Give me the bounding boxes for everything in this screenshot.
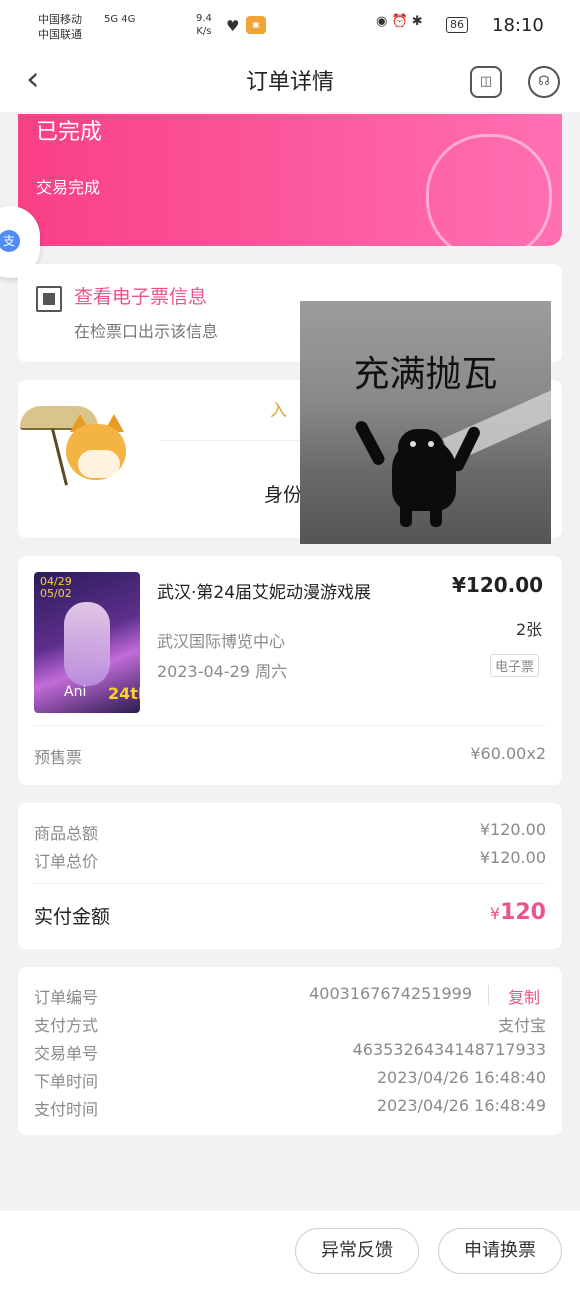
status-bar: 中国移动 中国联通 5G 4G 9.4 K/s ♥ ▣ ◉ ⏰ ✱ 86 18:… [0,0,580,52]
product-name: 武汉·第24届艾妮动漫游戏展 [157,583,372,603]
ticket-type: 预售票 [34,748,83,767]
cat-leg-left [400,501,412,527]
app-notification-icon: ▣ [246,16,266,34]
product-date: 2023-04-29 周六 [157,662,288,681]
shop-bag-icon[interactable]: ◫ [470,66,502,98]
feedback-button[interactable]: 异常反馈 [295,1228,419,1274]
speed-unit: K/s [196,26,212,37]
signal-icon: 5G 4G [104,14,136,25]
carrier-1: 中国移动 [38,13,82,26]
doge-umbrella-sticker [18,394,158,502]
cat-eye-left [410,441,416,447]
view-eticket-link[interactable]: 查看电子票信息 [74,282,207,309]
cat-meme-sticker: 充满抛瓦 [300,301,551,544]
copy-order-no-button[interactable]: 复制 [508,984,540,1008]
paid-amount-value: ¥120 [346,900,546,925]
assistant-icon: 支 [0,230,20,252]
event-poster[interactable]: 04/29 05/02 Ani 24th [34,572,140,713]
order-status-banner: 已完成 交易完成 [18,114,562,246]
poster-dates: 04/29 05/02 [40,575,72,600]
speed-value: 9.4 [196,13,212,24]
order-no-label: 订单编号 [34,988,99,1007]
doge-muzzle [78,450,120,478]
goods-total-label: 商品总额 [34,824,99,843]
divider [160,440,300,441]
cat-eye-right [428,441,434,447]
poster-character [64,602,110,686]
divider [488,985,489,1005]
eticket-hint: 在检票口出示该信息 [74,322,219,341]
umbrella-stick [51,428,68,486]
clock: 18:10 [492,15,544,36]
product-quantity: 2张 [516,620,543,639]
cat-arm-left [353,418,387,468]
pay-time-label: 支付时间 [34,1100,99,1119]
product-price: ¥120.00 [452,573,544,597]
paid-currency: ¥ [489,904,501,923]
paid-amount-label: 实付金额 [34,906,111,928]
nav-header: ‹ 订单详情 ◫ ☊ [0,52,580,112]
order-total-value: ¥120.00 [479,848,546,867]
ticket-unit-price: ¥60.00x2 [470,744,546,763]
pay-time-value: 2023/04/26 16:48:49 [376,1096,546,1115]
order-no-value: 4003167674251999 [309,984,472,1003]
mascot-illustration [426,134,552,246]
meme-caption: 充满抛瓦 [353,354,498,395]
network-speed: 9.4 K/s [196,12,212,38]
poster-edition: 24th [108,684,140,703]
carrier-2: 中国联通 [38,28,82,41]
order-time-label: 下单时间 [34,1072,99,1091]
trade-no-value: 4635326434148717933 [352,1040,546,1059]
order-status-subtitle: 交易完成 [36,178,101,197]
battery-icon: 86 [446,17,468,33]
qr-code-icon [36,286,62,312]
product-venue: 武汉国际博览中心 [157,632,286,651]
partial-text-bottom: 身份 [264,484,303,506]
partial-text-top: 入 [270,401,287,421]
divider [34,883,546,884]
bottom-action-bar: 异常反馈 申请换票 [0,1211,580,1289]
poster-logo: Ani [64,684,87,700]
paid-number: 120 [500,900,546,925]
divider [34,725,546,726]
pay-method-value: 支付宝 [497,1016,546,1035]
eticket-tag: 电子票 [490,654,540,677]
exchange-ticket-button[interactable]: 申请换票 [438,1228,562,1274]
status-icons: ◉ ⏰ ✱ [376,14,423,29]
order-time-value: 2023/04/26 16:48:40 [376,1068,546,1087]
cat-head [398,429,444,467]
cat-leg-right [430,501,442,527]
heart-icon: ♥ [226,17,240,35]
order-status-title: 已完成 [36,120,103,145]
order-total-label: 订单总价 [34,852,99,871]
carrier-info: 中国移动 中国联通 [38,12,82,42]
trade-no-label: 交易单号 [34,1044,99,1063]
pay-method-label: 支付方式 [34,1016,99,1035]
customer-service-icon[interactable]: ☊ [528,66,560,98]
goods-total-value: ¥120.00 [479,820,546,839]
